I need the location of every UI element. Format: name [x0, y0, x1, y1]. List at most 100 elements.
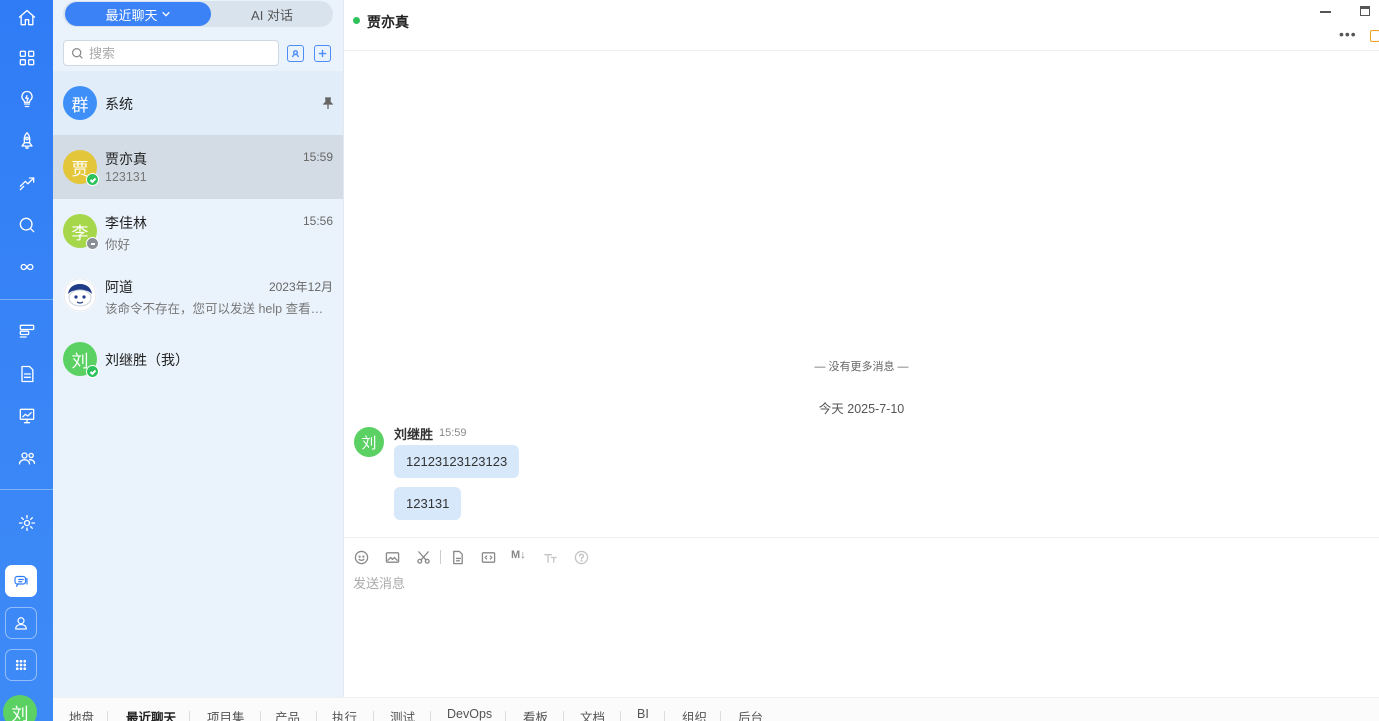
lightbulb-icon[interactable]: [0, 81, 53, 117]
conversation-name: 贾亦真: [105, 151, 147, 167]
online-status-icon: [353, 17, 360, 24]
conversation-preview: 该命令不存在，您可以发送 help 查看命令帮助: [105, 302, 333, 316]
nav-item[interactable]: 后台: [738, 707, 763, 721]
rail-divider: [0, 299, 53, 300]
nav-item[interactable]: 产品: [275, 707, 300, 721]
nav-item[interactable]: 看板: [523, 707, 548, 721]
help-icon[interactable]: [573, 549, 589, 565]
tab-switch: 最近聊天 AI 对话: [63, 1, 333, 27]
chat-header: 贾亦真 •••: [344, 0, 1379, 51]
message-bubble[interactable]: 12123123123123: [394, 445, 520, 478]
conversation-time: 15:56: [302, 214, 333, 228]
chevron-down-icon: [161, 11, 170, 17]
chat-title: 贾亦真: [367, 14, 409, 30]
message-avatar[interactable]: 刘: [354, 427, 384, 457]
sidebar-toggle-icon[interactable]: [1370, 30, 1379, 42]
nav-divider: [189, 711, 190, 721]
search-box: [63, 40, 279, 66]
apps-grid-icon[interactable]: [0, 40, 53, 76]
nav-item[interactable]: 项目集: [207, 707, 245, 721]
chat-icon[interactable]: [5, 565, 37, 597]
online-status-icon: [86, 173, 99, 186]
emoji-icon[interactable]: [353, 549, 369, 565]
code-icon[interactable]: [480, 549, 496, 565]
markdown-icon[interactable]: M↓: [511, 549, 526, 561]
tab-recent-label: 最近聊天: [105, 7, 158, 23]
conversation-time: 15:59: [302, 150, 333, 164]
nav-item[interactable]: BI: [637, 707, 649, 721]
nav-item[interactable]: 测试: [390, 707, 415, 721]
contact-book-button[interactable]: [287, 45, 304, 62]
tab-recent-chats[interactable]: 最近聊天: [65, 2, 211, 26]
report-icon[interactable]: [0, 398, 53, 434]
conversation-name: 刘继胜（我）: [105, 352, 189, 368]
nav-item-active[interactable]: 最近聊天: [126, 707, 176, 721]
new-chat-button[interactable]: [314, 45, 331, 62]
date-separator: 今天 2025-7-10: [818, 402, 905, 416]
rail-divider: [0, 489, 53, 490]
nav-item[interactable]: DevOps: [447, 707, 492, 721]
avatar: 李: [63, 214, 99, 250]
more-apps-icon[interactable]: [5, 649, 37, 681]
conversation-preview: 123131: [105, 170, 147, 184]
conversation-name: 阿道: [105, 279, 133, 295]
search-input[interactable]: [89, 45, 269, 61]
nav-item[interactable]: 组织: [682, 707, 707, 721]
tab-ai-label: AI 对话: [251, 7, 293, 23]
conversation-item[interactable]: 李 李佳林 15:56 你好: [53, 199, 343, 263]
text-format-icon[interactable]: [542, 549, 558, 565]
message-input[interactable]: [353, 573, 1363, 683]
team-icon[interactable]: [0, 440, 53, 476]
nav-divider: [720, 711, 721, 721]
message-sender: 刘继胜: [394, 427, 434, 442]
nav-divider: [316, 711, 317, 721]
conversation-item[interactable]: 阿道 2023年12月 该命令不存在，您可以发送 help 查看命令帮助: [53, 263, 343, 327]
user-avatar[interactable]: 刘: [3, 695, 37, 721]
nav-divider: [373, 711, 374, 721]
contacts-icon[interactable]: [5, 607, 37, 639]
no-more-messages: — 没有更多消息 —: [814, 361, 909, 373]
gear-icon[interactable]: [0, 505, 53, 541]
avatar: 群: [63, 86, 97, 120]
home-icon[interactable]: [0, 0, 53, 36]
conversation-name: 系统: [105, 96, 133, 112]
document-icon[interactable]: [0, 356, 53, 392]
more-options-icon[interactable]: •••: [1339, 26, 1357, 42]
nav-divider: [563, 711, 564, 721]
nav-item[interactable]: 文档: [580, 707, 605, 721]
conversation-item[interactable]: 贾 贾亦真 15:59 123131: [53, 135, 343, 199]
bot-avatar-icon: [63, 278, 97, 312]
app-rail: 刘: [0, 0, 53, 721]
minimize-icon[interactable]: [1320, 11, 1331, 13]
nav-item[interactable]: 执行: [332, 707, 357, 721]
nav-divider: [107, 711, 108, 721]
search-icon[interactable]: [0, 207, 53, 243]
chat-area: 贾亦真 ••• — 没有更多消息 — 今天 2025-7-10 刘 刘继胜 15…: [344, 0, 1379, 697]
nav-divider: [505, 711, 506, 721]
conversation-item[interactable]: 群 系统: [53, 71, 343, 135]
conversation-panel: 最近聊天 AI 对话 群 系统 贾 贾亦真 15:59 123131 李: [53, 0, 344, 697]
avatar: 刘: [63, 342, 99, 378]
conversation-item[interactable]: 刘 刘继胜（我）: [53, 327, 343, 391]
screenshot-scissors-icon[interactable]: [415, 549, 431, 565]
search-icon: [72, 47, 83, 59]
maximize-icon[interactable]: [1360, 6, 1370, 16]
nav-item[interactable]: 地盘: [69, 707, 94, 721]
image-icon[interactable]: [384, 549, 400, 565]
toolbar-divider: [440, 550, 441, 564]
online-status-icon: [86, 365, 99, 378]
kanban-icon[interactable]: [0, 314, 53, 350]
bottom-nav: 地盘 最近聊天 项目集 产品 执行 测试 DevOps 看板 文档 BI 组织 …: [53, 697, 1379, 721]
message-bubble[interactable]: 123131: [394, 487, 462, 520]
file-icon[interactable]: [449, 549, 465, 565]
tab-ai-chat[interactable]: AI 对话: [213, 2, 331, 26]
nav-divider: [430, 711, 431, 721]
message-composer: M↓: [344, 537, 1379, 697]
conversation-name: 李佳林: [105, 215, 147, 231]
sprint-icon[interactable]: [0, 165, 53, 201]
contact-book-icon: [292, 50, 299, 58]
rocket-icon[interactable]: [0, 123, 53, 159]
nav-divider: [664, 711, 665, 721]
plus-icon: [318, 49, 327, 58]
infinity-icon[interactable]: [0, 249, 53, 285]
